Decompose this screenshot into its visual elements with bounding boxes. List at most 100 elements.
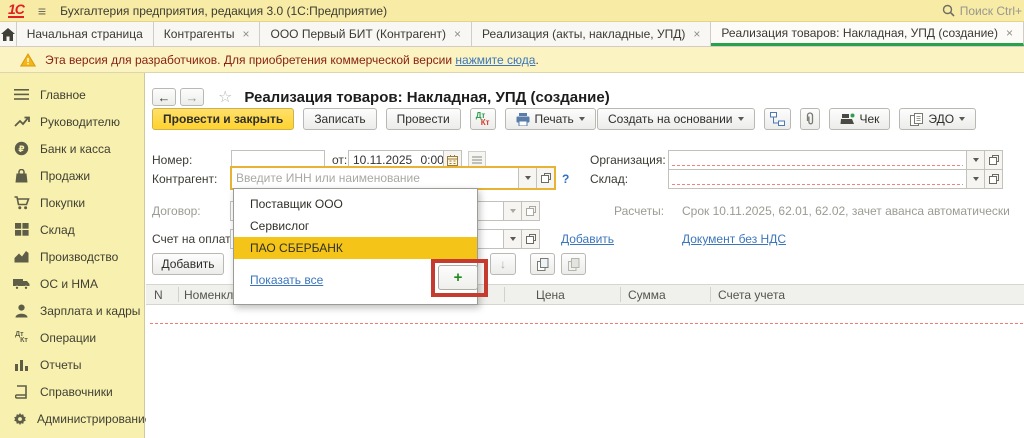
home-tab[interactable] xyxy=(0,22,17,46)
tab-counterparty-card[interactable]: ООО Первый БИТ (Контрагент) × xyxy=(260,22,472,46)
column-header-n: N xyxy=(154,285,163,304)
sidebar-item-payroll-hr[interactable]: Зарплата и кадры xyxy=(0,297,144,324)
show-all-link[interactable]: Показать все xyxy=(250,273,323,287)
app-window: 1С ≡ Бухгалтерия предприятия, редакция 3… xyxy=(0,0,1024,438)
down-arrow-icon: ↓ xyxy=(500,257,506,271)
create-based-on-button[interactable]: Создать на основании xyxy=(597,108,755,130)
sidebar-item-manager[interactable]: Руководителю xyxy=(0,108,144,135)
menu-lines-icon xyxy=(13,89,30,100)
dropdown-item-selected[interactable]: ПАО СБЕРБАНК xyxy=(234,237,477,259)
column-header-accounts: Счета учета xyxy=(718,285,785,304)
counterparty-input[interactable] xyxy=(232,168,518,188)
sidebar-item-label: Администрирование xyxy=(37,412,151,426)
document-form: ← → ☆ Реализация товаров: Накладная, УПД… xyxy=(146,73,1024,438)
sidebar-item-sales[interactable]: Продажи xyxy=(0,162,144,189)
warning-text: Эта версия для разработчиков. Для приобр… xyxy=(45,53,452,67)
main-menu-button[interactable]: ≡ xyxy=(38,3,46,19)
open-button[interactable] xyxy=(984,151,1002,169)
date-prefix-label: от: xyxy=(332,153,347,167)
sidebar-item-operations[interactable]: ДтКт Операции xyxy=(0,324,144,351)
paperclip-icon xyxy=(806,112,814,126)
global-search[interactable]: Поиск Ctrl+ xyxy=(942,4,1022,18)
caret-down-icon xyxy=(525,176,531,180)
paste-row-button[interactable] xyxy=(561,253,586,275)
dtkt-icon: ДтКт xyxy=(476,112,490,126)
open-button[interactable] xyxy=(536,168,554,188)
create-new-counterparty-button[interactable]: + xyxy=(438,265,478,290)
tab-home-page[interactable]: Начальная страница xyxy=(17,22,154,46)
back-button[interactable]: ← xyxy=(152,88,176,106)
close-icon[interactable]: × xyxy=(242,27,249,41)
help-button[interactable]: ? xyxy=(562,172,569,186)
title-bar: 1С ≡ Бухгалтерия предприятия, редакция 3… xyxy=(0,0,1024,22)
sidebar-item-bank-cash[interactable]: ₽ Банк и касса xyxy=(0,135,144,162)
paste-icon xyxy=(568,258,580,271)
required-row-marker xyxy=(150,323,1024,324)
dropdown-arrow-button[interactable] xyxy=(518,168,536,188)
open-link-icon xyxy=(526,234,536,244)
post-button[interactable]: Провести xyxy=(386,108,461,130)
sidebar-item-label: ОС и НМА xyxy=(40,277,98,291)
sidebar-item-administration[interactable]: Администрирование xyxy=(0,405,144,432)
sidebar-item-main[interactable]: Главное xyxy=(0,81,144,108)
tab-sales-invoice-new[interactable]: Реализация товаров: Накладная, УПД (созд… xyxy=(711,22,1024,46)
sidebar-item-purchases[interactable]: Покупки xyxy=(0,189,144,216)
dropdown-arrow-button[interactable] xyxy=(966,151,984,169)
open-button[interactable] xyxy=(521,230,539,248)
dropdown-arrow-button[interactable] xyxy=(966,170,984,188)
home-icon xyxy=(1,28,15,41)
dropdown-arrow-button[interactable] xyxy=(503,230,521,248)
add-invoice-link[interactable]: Добавить xyxy=(561,232,614,246)
sidebar-item-reports[interactable]: Отчеты xyxy=(0,351,144,378)
tab-counterparties[interactable]: Контрагенты × xyxy=(154,22,261,46)
dropdown-item[interactable]: Поставщик ООО xyxy=(234,193,477,215)
close-icon[interactable]: × xyxy=(693,27,700,41)
sidebar-item-label: Зарплата и кадры xyxy=(40,304,140,318)
copy-row-button[interactable] xyxy=(530,253,555,275)
post-and-close-button[interactable]: Провести и закрыть xyxy=(152,108,294,130)
save-button[interactable]: Записать xyxy=(303,108,376,130)
sidebar-item-directories[interactable]: Справочники xyxy=(0,378,144,405)
open-link-icon xyxy=(989,174,999,184)
forward-button[interactable]: → xyxy=(180,88,204,106)
structure-icon xyxy=(770,112,785,126)
sidebar-item-fixed-assets[interactable]: ОС и НМА xyxy=(0,270,144,297)
close-icon[interactable]: × xyxy=(1006,26,1013,40)
warehouse-field[interactable] xyxy=(668,169,1003,189)
tab-sales-documents[interactable]: Реализация (акты, накладные, УПД) × xyxy=(472,22,711,46)
print-button[interactable]: Печать xyxy=(505,108,596,130)
settlements-label: Расчеты: xyxy=(614,204,664,218)
sidebar-item-label: Отчеты xyxy=(40,358,81,372)
app-title: Бухгалтерия предприятия, редакция 3.0 (1… xyxy=(60,4,387,18)
counterparty-field[interactable] xyxy=(230,166,556,190)
warning-suffix: . xyxy=(535,53,538,67)
dropdown-item[interactable]: Сервислог xyxy=(234,215,477,237)
person-icon xyxy=(13,304,30,318)
open-button[interactable] xyxy=(984,170,1002,188)
copy-icon xyxy=(537,258,549,271)
tab-label: Реализация товаров: Накладная, УПД (созд… xyxy=(721,26,998,40)
settlements-value: Срок 10.11.2025, 62.01, 62.02, зачет ава… xyxy=(682,204,1010,218)
column-header-price: Цена xyxy=(536,285,565,304)
printer-icon xyxy=(516,113,530,126)
tab-label: Начальная страница xyxy=(27,27,143,41)
related-documents-button[interactable] xyxy=(764,108,791,130)
show-postings-button[interactable]: ДтКт xyxy=(470,108,496,130)
dev-version-banner: Эта версия для разработчиков. Для приобр… xyxy=(0,47,1024,73)
organization-field[interactable] xyxy=(668,150,1003,170)
receipt-button[interactable]: Чек xyxy=(829,108,891,130)
buy-version-link[interactable]: нажмите сюда xyxy=(455,53,535,67)
attachments-button[interactable] xyxy=(800,108,820,130)
favorite-star-icon[interactable]: ☆ xyxy=(218,87,232,107)
add-row-button[interactable]: Добавить xyxy=(152,253,224,275)
sidebar-item-warehouse[interactable]: Склад xyxy=(0,216,144,243)
sidebar-item-production[interactable]: Производство xyxy=(0,243,144,270)
no-vat-link[interactable]: Документ без НДС xyxy=(682,232,786,246)
truck-icon xyxy=(13,278,30,290)
caret-down-icon xyxy=(510,237,516,241)
warehouse-label: Склад: xyxy=(590,172,628,186)
move-down-button[interactable]: ↓ xyxy=(490,253,516,275)
edo-button[interactable]: ЭДО xyxy=(899,108,976,130)
section-sidebar: Главное Руководителю ₽ Банк и касса Прод… xyxy=(0,73,145,438)
close-icon[interactable]: × xyxy=(454,27,461,41)
